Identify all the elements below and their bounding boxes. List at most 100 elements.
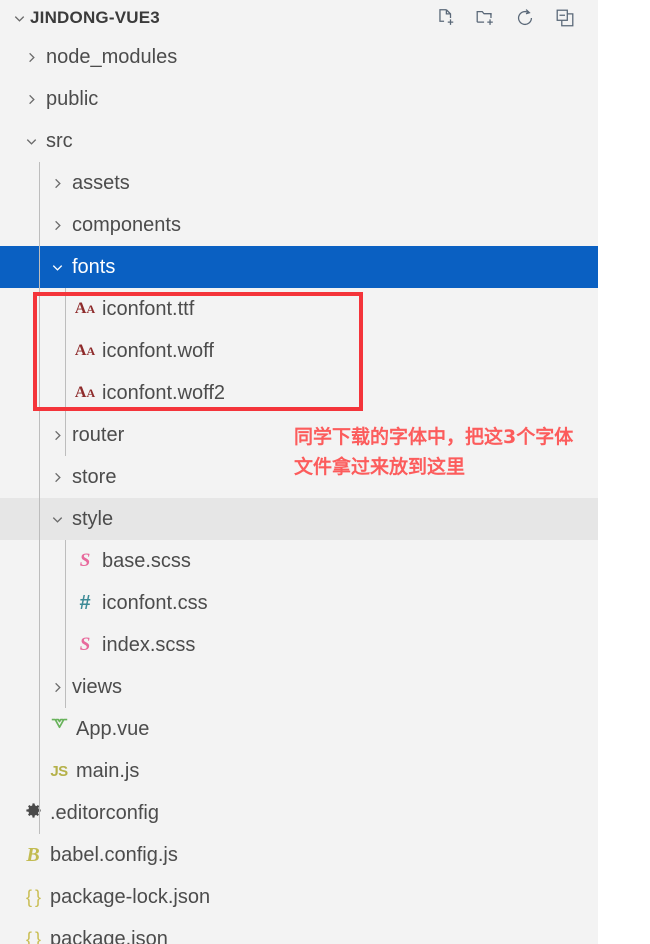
collapse-all-icon[interactable] [552, 5, 578, 31]
sass-file-icon: S [79, 550, 91, 571]
refresh-icon[interactable] [512, 5, 538, 31]
tree-row-label: src [46, 129, 73, 152]
tree-row[interactable]: Sbase.scss [0, 540, 598, 582]
gear-icon [18, 801, 48, 825]
row-indent [0, 246, 44, 288]
row-indent [0, 372, 70, 414]
page-title: JINDONG-VUE3 [30, 8, 160, 27]
tree-row-label: iconfont.css [102, 591, 208, 614]
row-indent [0, 876, 18, 918]
tree-row-label: public [46, 87, 99, 110]
chevron-right-icon[interactable] [44, 428, 70, 443]
annotation-line-2: 文件拿过来放到这里 [294, 456, 466, 478]
tree-row-label: .editorconfig [50, 801, 159, 824]
row-indent [0, 78, 18, 120]
tree-row-label: router [72, 423, 125, 446]
row-indent [0, 330, 70, 372]
annotation-text: 同学下载的字体中，把这3个字体 文件拿过来放到这里 [294, 422, 594, 482]
vue-file-icon [44, 718, 74, 740]
tree-row-label: babel.config.js [50, 843, 178, 866]
tree-row[interactable]: { } package.json [0, 918, 598, 944]
tree-row-label: node_modules [46, 45, 178, 68]
tree-row-label: assets [72, 171, 130, 194]
tree-row[interactable]: fonts [0, 246, 598, 288]
tree-row-label: fonts [72, 255, 116, 278]
tree-row-label: package-lock.json [50, 885, 211, 908]
new-file-icon[interactable] [432, 5, 458, 31]
row-indent [0, 414, 44, 456]
tree-row[interactable]: components [0, 204, 598, 246]
tree-row[interactable]: src [0, 120, 598, 162]
tree-row[interactable]: # iconfont.css [0, 582, 598, 624]
tree-row[interactable]: AA iconfont.ttf [0, 288, 598, 330]
tree-row-label: main.js [76, 759, 140, 782]
row-indent [0, 666, 44, 708]
chevron-right-icon[interactable] [44, 680, 70, 695]
annotation-line-1: 同学下载的字体中，把这3个字体 [294, 426, 574, 448]
row-indent [0, 582, 70, 624]
tree-row[interactable]: public [0, 78, 598, 120]
tree-row[interactable]: AA iconfont.woff [0, 330, 598, 372]
row-indent [0, 36, 18, 78]
tree-row-label: base.scss [102, 549, 191, 572]
tree-row-label: iconfont.woff [102, 339, 214, 362]
row-indent [0, 288, 70, 330]
indent-guide [65, 288, 66, 456]
tree-row[interactable]: style [0, 498, 598, 540]
tree-row[interactable]: views [0, 666, 598, 708]
chevron-down-icon[interactable] [44, 260, 70, 275]
chevron-down-icon[interactable] [18, 134, 44, 149]
explorer-actions [432, 5, 584, 31]
sass-file-icon: S [79, 634, 91, 655]
row-indent [0, 498, 44, 540]
font-file-icon: AA [74, 384, 96, 401]
babel-file-icon: B [26, 843, 40, 866]
chevron-down-icon[interactable] [8, 11, 30, 26]
chevron-right-icon[interactable] [44, 218, 70, 233]
chevron-right-icon[interactable] [44, 176, 70, 191]
tree-row[interactable]: AA iconfont.woff2 [0, 372, 598, 414]
explorer-panel: JINDONG-VUE3 node_modules public src ass… [0, 0, 598, 944]
indent-guide [65, 540, 66, 708]
chevron-right-icon[interactable] [18, 50, 44, 65]
indent-guide [39, 162, 40, 834]
js-file-icon: JS [50, 762, 68, 780]
tree-row-label: index.scss [102, 633, 196, 656]
tree-row[interactable]: App.vue [0, 708, 598, 750]
tree-row[interactable]: { } package-lock.json [0, 876, 598, 918]
tree-row-label: package.json [50, 927, 168, 944]
tree-row-label: style [72, 507, 114, 530]
tree-row-label: store [72, 465, 117, 488]
explorer-header[interactable]: JINDONG-VUE3 [0, 0, 598, 36]
font-file-icon: AA [74, 342, 96, 359]
json-file-icon: { } [25, 886, 41, 907]
row-indent [0, 918, 18, 944]
tree-row[interactable]: Bbabel.config.js [0, 834, 598, 876]
tree-row[interactable]: JS main.js [0, 750, 598, 792]
tree-row[interactable]: assets [0, 162, 598, 204]
css-file-icon: # [79, 591, 91, 614]
row-indent [0, 120, 18, 162]
chevron-down-icon[interactable] [44, 512, 70, 527]
chevron-right-icon[interactable] [44, 470, 70, 485]
tree-row-label: components [72, 213, 181, 236]
tree-row-label: views [72, 675, 123, 698]
tree-row[interactable]: Sindex.scss [0, 624, 598, 666]
row-indent [0, 162, 44, 204]
tree-row-label: App.vue [76, 717, 150, 740]
font-file-icon: AA [74, 300, 96, 317]
tree-row[interactable]: .editorconfig [0, 792, 598, 834]
tree-row-label: iconfont.ttf [102, 297, 195, 320]
row-indent [0, 204, 44, 246]
row-indent [0, 540, 70, 582]
file-tree[interactable]: node_modulespublic src assets components fon… [0, 36, 598, 944]
new-folder-icon[interactable] [472, 5, 498, 31]
json-file-icon: { } [25, 928, 41, 944]
row-indent [0, 834, 18, 876]
tree-row-label: iconfont.woff2 [102, 381, 226, 404]
row-indent [0, 750, 44, 792]
tree-row[interactable]: node_modules [0, 36, 598, 78]
row-indent [0, 792, 18, 834]
row-indent [0, 708, 44, 750]
chevron-right-icon[interactable] [18, 92, 44, 107]
